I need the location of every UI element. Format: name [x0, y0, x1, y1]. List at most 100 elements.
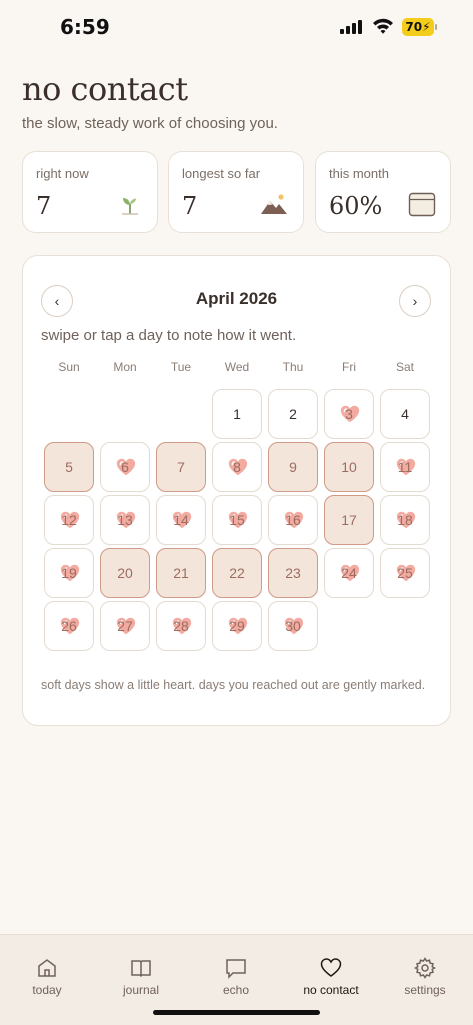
calendar-day[interactable]: 22	[212, 548, 262, 598]
day-number: 18	[397, 512, 413, 528]
day-number: 20	[117, 565, 133, 581]
tab-journal[interactable]: journal	[94, 935, 188, 1005]
calendar-day[interactable]: 13	[100, 495, 150, 545]
wifi-icon	[373, 18, 393, 34]
day-number: 14	[173, 512, 189, 528]
day-number: 22	[229, 565, 245, 581]
day-number: 1	[233, 406, 241, 422]
battery-cap	[435, 24, 437, 30]
calendar-day[interactable]: 5	[44, 442, 94, 492]
tab-label: today	[32, 983, 62, 997]
day-number: 25	[397, 565, 413, 581]
calendar-day[interactable]: 1	[212, 389, 262, 439]
page-title: no contact	[22, 70, 188, 108]
stat-label: this month	[329, 166, 389, 181]
day-number: 12	[61, 512, 77, 528]
weekday-label: Sun	[58, 360, 80, 374]
stat-card-longest: longest so far 7	[168, 151, 304, 233]
calendar-day[interactable]: 29	[212, 601, 262, 651]
stat-value: 7	[182, 192, 198, 220]
tab-label: settings	[404, 983, 446, 997]
status-time: 6:59	[60, 15, 110, 39]
status-bar: 6:59 70⚡	[0, 0, 473, 56]
calendar-hint: swipe or tap a day to note how it went.	[41, 327, 297, 344]
calendar-day[interactable]: 23	[268, 548, 318, 598]
day-number: 16	[285, 512, 301, 528]
calendar-day[interactable]: 8	[212, 442, 262, 492]
day-number: 29	[229, 618, 245, 634]
book-icon	[131, 960, 151, 978]
weekday-label: Wed	[224, 360, 250, 374]
heart-icon	[320, 958, 342, 977]
calendar-icon	[408, 192, 436, 217]
next-month-button[interactable]: ›	[399, 285, 431, 317]
calendar-day[interactable]: 28	[156, 601, 206, 651]
calendar-day[interactable]: 9	[268, 442, 318, 492]
calendar-day[interactable]: 4	[380, 389, 430, 439]
tab-label: echo	[222, 983, 250, 997]
day-number: 4	[401, 406, 409, 422]
weekday-label: Mon	[113, 360, 137, 374]
stat-card-right-now: right now 7	[22, 151, 158, 233]
calendar-day[interactable]: 21	[156, 548, 206, 598]
calendar-day[interactable]: 6	[100, 442, 150, 492]
stat-label: right now	[36, 166, 89, 181]
tab-today[interactable]: today	[0, 935, 94, 1005]
calendar-day[interactable]: 17	[324, 495, 374, 545]
weekday-label: Sat	[395, 360, 414, 374]
day-number: 27	[117, 618, 133, 634]
calendar-day[interactable]: 7	[156, 442, 206, 492]
calendar-day[interactable]: 3	[324, 389, 374, 439]
tab-no-contact[interactable]: no contact	[284, 935, 378, 1005]
day-number: 17	[341, 512, 357, 528]
day-number: 11	[397, 459, 413, 475]
home-icon	[38, 959, 56, 977]
calendar-day[interactable]: 24	[324, 548, 374, 598]
day-number: 15	[229, 512, 245, 528]
tab-label: no contact	[303, 983, 359, 997]
calendar-footnote: soft days show a little heart. days you …	[41, 678, 426, 692]
day-number: 23	[285, 565, 301, 581]
gear-icon	[414, 957, 436, 979]
tab-settings[interactable]: settings	[378, 935, 472, 1005]
charging-bolt-icon: ⚡	[422, 20, 431, 34]
calendar-day[interactable]: 19	[44, 548, 94, 598]
day-number: 10	[341, 459, 357, 475]
day-number: 19	[61, 565, 77, 581]
calendar-card: ‹ April 2026 › swipe or tap a day to not…	[22, 255, 451, 726]
day-number: 24	[341, 565, 357, 581]
day-number: 8	[233, 459, 241, 475]
calendar-day[interactable]: 25	[380, 548, 430, 598]
cellular-signal-icon	[340, 20, 362, 34]
calendar-day[interactable]: 16	[268, 495, 318, 545]
tab-label: journal	[122, 983, 160, 997]
tab-echo[interactable]: echo	[189, 935, 283, 1005]
day-number: 2	[289, 406, 297, 422]
calendar-day[interactable]: 15	[212, 495, 262, 545]
mountain-icon	[261, 194, 287, 214]
day-number: 30	[285, 618, 301, 634]
day-number: 6	[121, 459, 129, 475]
calendar-day[interactable]: 2	[268, 389, 318, 439]
calendar-day[interactable]: 12	[44, 495, 94, 545]
month-label: April 2026	[195, 289, 278, 308]
calendar-day[interactable]: 27	[100, 601, 150, 651]
calendar-day[interactable]: 11	[380, 442, 430, 492]
stat-value: 7	[36, 192, 52, 220]
day-number: 3	[345, 406, 353, 422]
calendar-day[interactable]: 20	[100, 548, 150, 598]
stat-value: 60%	[329, 192, 383, 220]
weekday-label: Tue	[170, 360, 192, 374]
day-number: 26	[61, 618, 77, 634]
day-number: 9	[289, 459, 297, 475]
calendar-day[interactable]: 18	[380, 495, 430, 545]
calendar-day[interactable]: 14	[156, 495, 206, 545]
stat-label: longest so far	[182, 166, 261, 181]
calendar-day[interactable]: 10	[324, 442, 374, 492]
home-indicator	[153, 1010, 320, 1015]
calendar-day[interactable]: 26	[44, 601, 94, 651]
battery-level: 70	[405, 20, 423, 34]
day-number: 28	[173, 618, 189, 634]
calendar-day[interactable]: 30	[268, 601, 318, 651]
weekday-label: Thu	[282, 360, 304, 374]
